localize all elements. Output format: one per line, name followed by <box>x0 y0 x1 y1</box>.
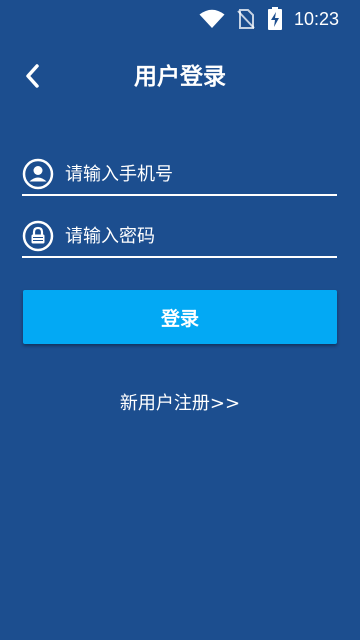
page-title: 用户登录 <box>134 63 226 89</box>
phone-field <box>22 154 337 196</box>
no-sim-icon <box>237 9 255 29</box>
wifi-icon <box>199 9 225 28</box>
status-bar: 10:23 <box>0 0 360 38</box>
battery-charging-icon <box>268 7 282 30</box>
register-link[interactable]: 新用户注册>> <box>0 390 360 418</box>
phone-input[interactable] <box>65 154 335 194</box>
password-field <box>22 216 337 258</box>
user-circle-icon <box>22 158 54 190</box>
password-input[interactable] <box>65 216 335 256</box>
status-time: 10:23 <box>294 9 340 29</box>
login-button[interactable]: 登录 <box>23 290 337 344</box>
lock-circle-icon <box>22 220 54 252</box>
